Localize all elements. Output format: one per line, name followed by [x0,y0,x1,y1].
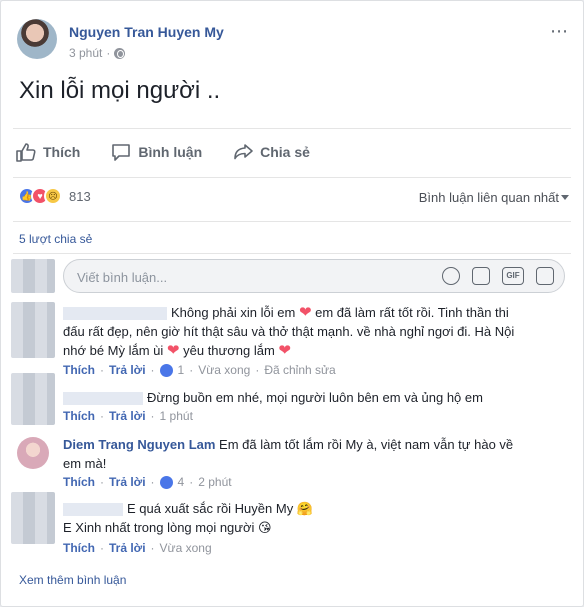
comment-reply-link[interactable]: Trả lời [109,541,146,555]
hugging-emoji-icon: 🤗 [296,501,314,516]
emoji-icon[interactable] [442,267,460,285]
post-card: Nguyen Tran Huyen My 3 phút · ⋯ Xin lỗi … [0,0,584,607]
comment-body: Diem Trang Nguyen Lam Em đã làm tốt lắm … [63,437,514,471]
like-reaction-icon [159,475,173,489]
comment-body: Đừng buồn em nhé, mọi người luôn bên em … [63,388,563,407]
commenter-avatar[interactable] [11,302,55,358]
commenter-name[interactable] [63,307,167,321]
heart-emoji-icon: ❤ [278,342,291,359]
comment-sort-dropdown[interactable]: Bình luận liên quan nhất [419,190,559,205]
divider [13,253,571,254]
comment-like-link[interactable]: Thích [63,363,95,377]
reaction-count: 813 [69,188,91,204]
commenter-avatar[interactable] [11,492,55,544]
more-options-icon[interactable]: ⋯ [550,21,569,42]
author-name[interactable]: Nguyen Tran Huyen My [69,24,224,40]
comment-reply-link[interactable]: Trả lời [109,363,146,377]
gif-icon[interactable]: GIF [502,267,524,285]
comment-time[interactable]: 1 phút [160,409,193,423]
comment-like-count[interactable]: 4 [178,475,185,489]
commenter-name[interactable] [63,392,143,406]
camera-icon[interactable] [472,267,490,285]
comment-time[interactable]: Vừa xong [160,541,212,555]
heart-emoji-icon: ❤ [298,304,312,321]
comment-actions: Thích · Trả lời · 1 · Vừa xong · Đã chỉnh sử… [63,363,336,377]
sad-reaction-icon: ☹ [44,187,62,205]
caret-down-icon[interactable] [561,195,569,200]
comment-like-link[interactable]: Thích [63,409,95,423]
reactions-summary[interactable]: 👍 ♥ ☹ 813 [18,187,91,205]
comment-body: E quá xuất sắc rồi Huyền My 🤗 E Xinh nhấ… [63,501,314,535]
view-more-comments-link[interactable]: Xem thêm bình luận [19,573,126,587]
comment-actions: Thích · Trả lời · Vừa xong [63,541,212,555]
comment-reply-link[interactable]: Trả lời [109,409,146,423]
comment-input[interactable]: Viết bình luận... GIF [63,259,565,293]
divider [13,177,571,178]
comment-input-placeholder: Viết bình luận... [77,270,168,285]
kiss-emoji-icon: 😘 [258,520,272,535]
share-button[interactable]: Chia sẻ [232,139,310,165]
post-text: Xin lỗi mọi người .. [19,77,221,104]
comment-time[interactable]: 2 phút [198,475,231,489]
heart-emoji-icon: ❤ [166,342,180,359]
post-time[interactable]: 3 phút [69,46,102,60]
comment-reply-link[interactable]: Trả lời [109,475,146,489]
comment-like-link[interactable]: Thích [63,541,95,555]
comment-time[interactable]: Vừa xong [198,363,250,377]
divider [13,128,571,129]
commenter-avatar[interactable] [11,373,55,425]
post-meta: 3 phút · [69,46,126,60]
shares-count[interactable]: 5 lượt chia sẻ [19,232,92,246]
sticker-icon[interactable] [536,267,554,285]
comment-button[interactable]: Bình luận [110,139,202,165]
comment-like-link[interactable]: Thích [63,475,95,489]
comment-actions: Thích · Trả lời · 4 · 2 phút [63,475,232,489]
post-header: Nguyen Tran Huyen My 3 phút · ⋯ [17,15,569,65]
current-user-avatar [11,259,55,293]
like-reaction-icon [159,363,173,377]
author-avatar[interactable] [17,19,57,59]
edited-label[interactable]: Đã chỉnh sửa [264,363,335,377]
commenter-avatar[interactable] [17,437,49,469]
thumbs-up-icon [16,143,36,162]
divider [13,221,571,222]
comment-icon [112,144,131,161]
comment-body: Không phải xin lỗi em ❤ em đã làm rất tố… [63,304,515,359]
comment-like-count[interactable]: 1 [178,363,185,377]
commenter-name[interactable] [63,503,123,517]
post-actions: Thích Bình luận Chia sẻ [15,139,571,165]
comment-input-tools: GIF [442,267,554,285]
commenter-name[interactable]: Diem Trang Nguyen Lam [63,437,215,452]
public-globe-icon[interactable] [114,47,126,59]
share-arrow-icon [234,144,253,160]
comment-actions: Thích · Trả lời · 1 phút [63,409,193,423]
like-button[interactable]: Thích [15,139,80,165]
